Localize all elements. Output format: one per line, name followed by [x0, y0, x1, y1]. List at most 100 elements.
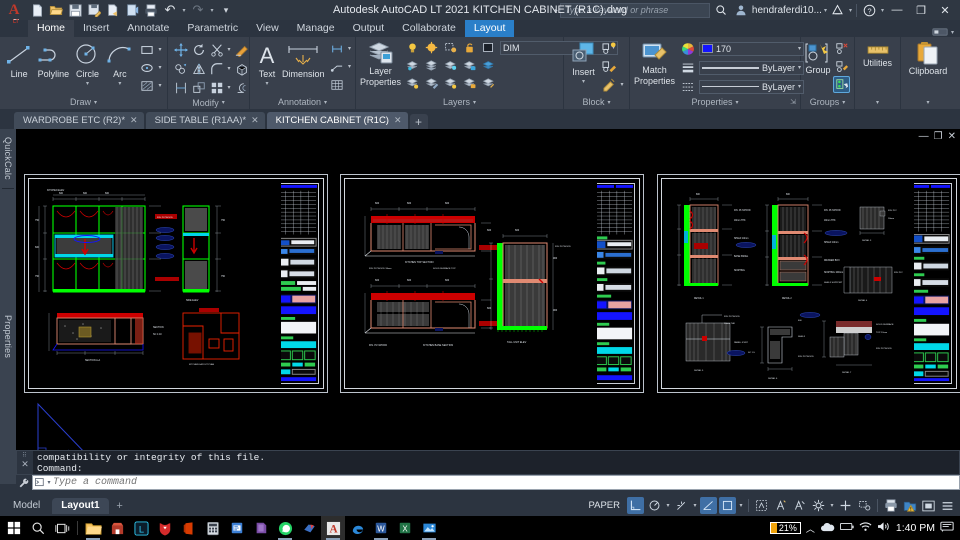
panel-title-clipboard[interactable]: ▾: [901, 95, 955, 109]
action-center-icon[interactable]: [940, 521, 954, 536]
command-input-wrapper[interactable]: ▾: [32, 475, 960, 490]
customization-icon[interactable]: [810, 497, 827, 514]
redo-dropdown-icon[interactable]: ▾: [208, 1, 216, 19]
open-icon[interactable]: [47, 1, 65, 19]
circle-dropdown-icon[interactable]: ▾: [86, 80, 89, 87]
help-dropdown-icon[interactable]: ▾: [881, 7, 884, 14]
layer-lock-icon[interactable]: [461, 39, 478, 56]
copy-tool[interactable]: [172, 60, 189, 77]
group-tool[interactable]: Group: [805, 40, 831, 75]
layer-unlock-all-icon[interactable]: [461, 75, 478, 92]
layer-unlock-icon[interactable]: [461, 57, 478, 74]
ribbon-tab-insert[interactable]: Insert: [74, 20, 118, 37]
edit-attribute-icon[interactable]: [601, 58, 618, 75]
layer-match-icon[interactable]: [404, 57, 421, 74]
photos-icon[interactable]: [417, 516, 441, 540]
drawing-canvas[interactable]: — ❐ ✕ 750 600 750 600 600 600 KITCHEN EL…: [16, 129, 960, 484]
command-prompt-icon[interactable]: ▾: [33, 478, 53, 487]
linewidth-combo[interactable]: ByLayer ▾: [699, 60, 805, 75]
circle-tool[interactable]: Circle ▾: [72, 40, 102, 87]
close-icon[interactable]: ✕: [21, 459, 29, 470]
ribbon-tab-manage[interactable]: Manage: [288, 20, 344, 37]
array-dropdown-icon[interactable]: ▾: [226, 84, 232, 91]
clean-screen-icon[interactable]: [920, 497, 937, 514]
document-tab-kitchen-cabinet[interactable]: KITCHEN CABINET (R1C) ✕: [266, 112, 408, 129]
layer-change-icon[interactable]: [404, 75, 421, 92]
text-dropdown-icon[interactable]: ▾: [265, 80, 268, 87]
viewport-close-button[interactable]: ✕: [948, 131, 956, 142]
autodesk-app-dropdown-icon[interactable]: ▾: [849, 7, 852, 14]
layer-turn-all-on-icon[interactable]: [442, 75, 459, 92]
palette-quickcalc[interactable]: QuickCalc: [3, 129, 13, 188]
polar-tracking-toggle[interactable]: [646, 497, 663, 514]
stretch-tool[interactable]: [172, 79, 189, 96]
viewport-restore-button[interactable]: ❐: [934, 131, 943, 142]
fillet-tool[interactable]: [208, 60, 225, 77]
explode-tool[interactable]: [233, 60, 250, 77]
linewidth-icon[interactable]: [679, 59, 696, 76]
excel-icon[interactable]: X: [393, 516, 417, 540]
panel-title-properties[interactable]: Properties ▾ ⇲: [630, 95, 800, 109]
insert-dropdown-icon[interactable]: ▾: [582, 78, 585, 85]
annotation-visibility-toggle[interactable]: [753, 497, 770, 514]
word-icon[interactable]: W: [369, 516, 393, 540]
close-icon[interactable]: ✕: [394, 115, 402, 126]
trim-dropdown-icon[interactable]: ▾: [226, 46, 232, 53]
layer-merge-icon[interactable]: [480, 57, 497, 74]
layout-tab-layout1[interactable]: Layout1: [52, 497, 109, 514]
layer-properties-tool[interactable]: Layer Properties: [360, 39, 401, 87]
osnap-track-dropdown-icon[interactable]: ▾: [692, 502, 698, 509]
ellipse-dropdown-icon[interactable]: ▾: [157, 64, 163, 71]
new-layout-button[interactable]: +: [112, 498, 128, 514]
sheet-kitchen-cabinet-sections[interactable]: 600 600 600 600 KITCHEN TOP SECTION FIN. PL…: [340, 174, 644, 393]
text-tool[interactable]: A Text ▾: [254, 40, 280, 87]
file-explorer-icon[interactable]: [81, 516, 105, 540]
model-paper-toggle[interactable]: PAPER: [583, 499, 625, 512]
panel-title-layers[interactable]: Layers ▾: [356, 95, 563, 109]
saveas-icon[interactable]: [85, 1, 103, 19]
calculator-icon[interactable]: [201, 516, 225, 540]
battery-icon[interactable]: [839, 522, 854, 534]
panel-title-draw[interactable]: Draw ▾: [0, 95, 167, 109]
ortho-mode-toggle[interactable]: [627, 497, 644, 514]
sheet-kitchen-cabinet-elevation[interactable]: 750 600 750 600 600 600 KITCHEN ELEV 750 750 S…: [24, 174, 328, 393]
layer-color-swatch[interactable]: [480, 39, 497, 56]
rotate-tool[interactable]: [190, 41, 207, 58]
linetype-icon[interactable]: [679, 78, 696, 95]
new-document-tab-button[interactable]: +: [409, 114, 428, 129]
task-view-icon[interactable]: [50, 516, 74, 540]
restore-button[interactable]: ❐: [910, 0, 932, 20]
onenote-icon[interactable]: [249, 516, 273, 540]
onedrive-icon[interactable]: [820, 522, 835, 535]
leader-tool[interactable]: [329, 58, 346, 75]
command-input[interactable]: [53, 477, 959, 488]
ribbon-tab-annotate[interactable]: Annotate: [118, 20, 178, 37]
arc-dropdown-icon[interactable]: ▾: [118, 80, 121, 87]
taskbar-search-icon[interactable]: [26, 516, 50, 540]
search-icon[interactable]: [712, 1, 730, 19]
isolate-objects-icon[interactable]: [856, 497, 873, 514]
new-icon[interactable]: [28, 1, 46, 19]
plot-icon[interactable]: [882, 497, 899, 514]
command-tools-button[interactable]: [16, 475, 32, 490]
ribbon-tab-layout[interactable]: Layout: [464, 20, 515, 37]
layout-tab-model[interactable]: Model: [4, 498, 49, 514]
plot-icon[interactable]: [142, 1, 160, 19]
object-snap-toggle[interactable]: [700, 497, 717, 514]
edge-icon[interactable]: [345, 516, 369, 540]
whatsapp-icon[interactable]: [273, 516, 297, 540]
layer-isolate-icon[interactable]: [442, 39, 459, 56]
account-name[interactable]: hendraferdi10...: [752, 5, 822, 16]
status-menu-icon[interactable]: [939, 497, 956, 514]
layer-previous-icon[interactable]: [423, 57, 440, 74]
powerpoint-icon[interactable]: [225, 516, 249, 540]
account-dropdown-icon[interactable]: ▾: [824, 7, 827, 14]
object-color-combo[interactable]: 170 ▾: [699, 41, 805, 56]
fillet-dropdown-icon[interactable]: ▾: [226, 65, 232, 72]
document-tab-wardrobe[interactable]: WARDROBE ETC (R2)* ✕: [14, 112, 144, 129]
define-attributes-icon[interactable]: [601, 76, 618, 93]
annotation-scale-add-toggle[interactable]: [791, 497, 808, 514]
battery-indicator[interactable]: 21%: [769, 522, 801, 534]
customize-qat-icon[interactable]: ▾: [217, 1, 235, 19]
ribbon-tab-parametric[interactable]: Parametric: [178, 20, 247, 37]
